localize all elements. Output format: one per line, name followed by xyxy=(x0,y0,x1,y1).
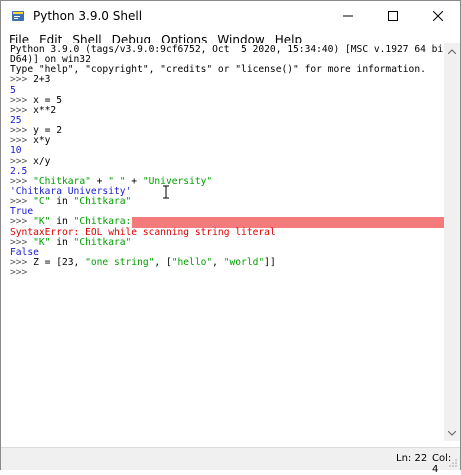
shell-text-segment: ]] xyxy=(264,256,276,268)
shell-text-segment: >>> xyxy=(10,267,34,279)
minimize-button[interactable] xyxy=(326,1,370,31)
shell-line: >>> Z = [23, "one string", ["hello", "wo… xyxy=(10,256,444,268)
shell-text-segment: "Chitkara" xyxy=(73,236,132,248)
shell-text-segment: , xyxy=(212,256,224,268)
shell-line: >>> "C" in "Chitkara" xyxy=(10,197,444,207)
maximize-button[interactable] xyxy=(371,1,415,31)
shell-text-segment: in xyxy=(50,236,74,248)
shell-text-segment: x**2 xyxy=(33,104,57,116)
shell-text-segment: "Chitkara" xyxy=(73,196,132,208)
resize-grip-icon[interactable] xyxy=(448,458,458,468)
shell-output: Python 3.9.0 (tags/v3.9.0:9cf6752, Oct 5… xyxy=(10,44,444,278)
title-bar[interactable]: Python 3.9.0 Shell xyxy=(1,1,460,31)
idle-shell-window: Python 3.9.0 Shell File Edit Shell Debug… xyxy=(0,0,461,475)
shell-text-segment: in xyxy=(50,196,74,208)
text-cursor-icon xyxy=(163,185,169,199)
shell-line: >>> y = 2 xyxy=(10,126,444,136)
shell-text-segment: "University" xyxy=(142,175,213,187)
line-number-indicator: Ln: 22 xyxy=(396,453,428,464)
scroll-down-icon xyxy=(448,430,456,436)
shell-line: >>> x*y xyxy=(10,136,444,146)
scroll-up-icon xyxy=(448,48,456,54)
scroll-up-button[interactable] xyxy=(444,43,460,59)
shell-text-segment: x*y xyxy=(33,135,51,147)
shell-line: >>> x/y xyxy=(10,155,444,167)
vertical-scrollbar[interactable] xyxy=(444,43,460,441)
shell-text-segment: "world" xyxy=(223,256,265,268)
status-bar: Ln: 22 Col: 4 xyxy=(1,447,460,475)
shell-text-segment: Type "help", "copyright", "credits" or "… xyxy=(10,64,426,76)
shell-line: Type "help", "copyright", "credits" or "… xyxy=(10,65,444,75)
window-title: Python 3.9.0 Shell xyxy=(33,9,143,23)
minimize-icon xyxy=(343,15,353,17)
shell-line: >>> x = 5 xyxy=(10,95,444,106)
close-button[interactable] xyxy=(416,1,460,31)
maximize-icon xyxy=(388,11,398,21)
python-idle-icon xyxy=(12,11,24,21)
shell-line: >>> x**2 xyxy=(10,104,444,116)
scroll-down-button[interactable] xyxy=(444,425,460,441)
close-icon xyxy=(433,11,443,21)
shell-line: >>> 2+3 xyxy=(10,75,444,85)
shell-text-segment: , [ xyxy=(154,256,172,268)
shell-text-segment: "C" xyxy=(33,196,51,208)
shell-text-segment: Z = [23, xyxy=(33,256,86,268)
shell-text-segment: 2+3 xyxy=(33,74,51,86)
shell-text-segment: x/y xyxy=(33,155,51,167)
shell-line: 10 xyxy=(10,146,444,156)
shell-line: >>> xyxy=(10,268,444,278)
shell-text-segment: "hello" xyxy=(171,256,213,268)
shell-line: 5 xyxy=(10,85,444,96)
shell-text-area[interactable]: Python 3.9.0 (tags/v3.9.0:9cf6752, Oct 5… xyxy=(7,43,444,441)
shell-text-segment: "one string" xyxy=(85,256,155,268)
shell-line: 25 xyxy=(10,115,444,126)
shell-line: >>> "K" in "Chitkara" xyxy=(10,236,444,248)
